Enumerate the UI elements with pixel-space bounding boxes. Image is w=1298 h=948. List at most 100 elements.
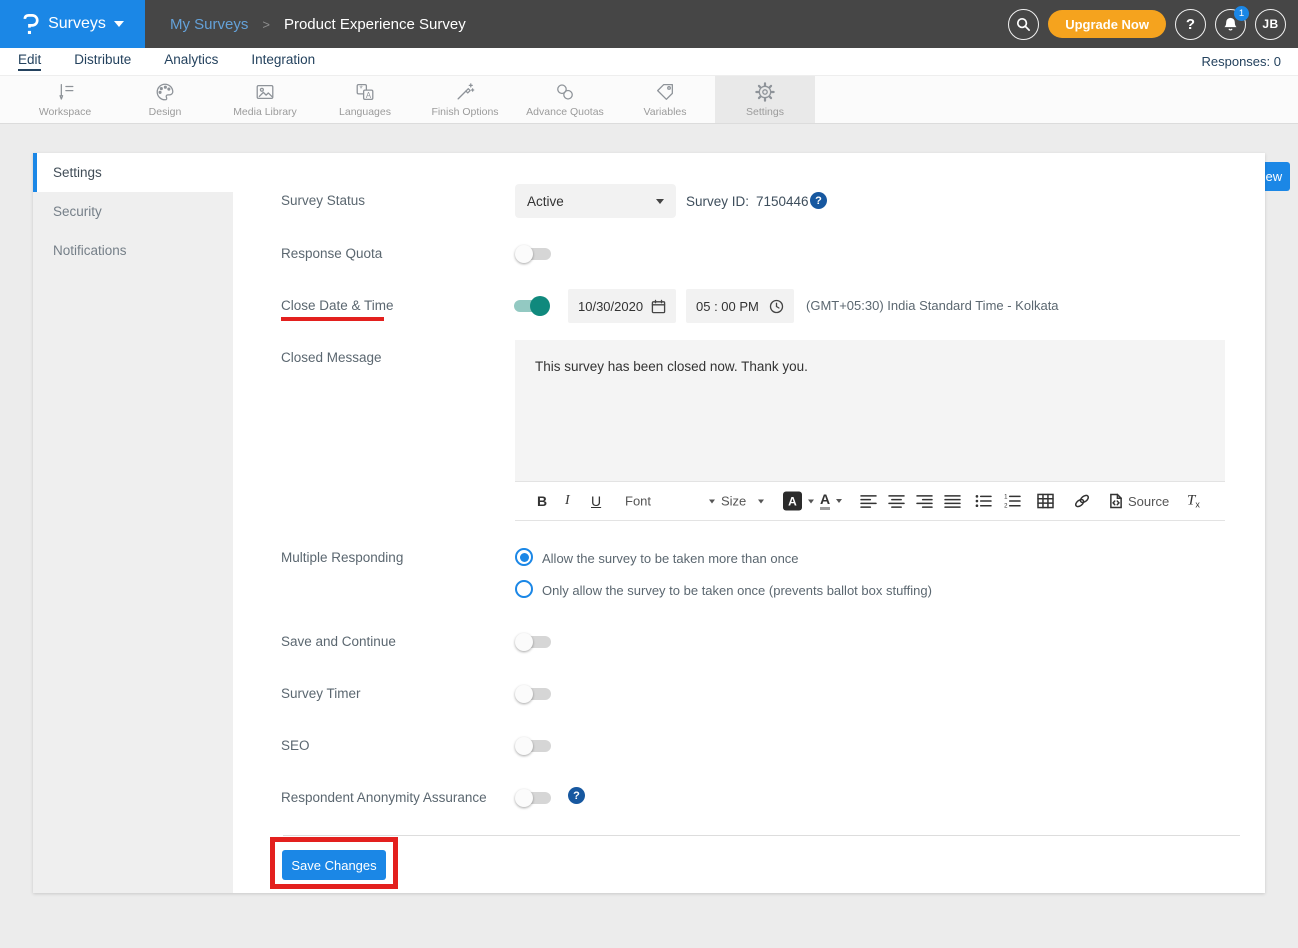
survey-status-value: Active <box>527 194 564 209</box>
anonymity-help-icon[interactable]: ? <box>568 787 585 804</box>
radio-allow-multiple[interactable] <box>515 548 533 566</box>
radio-only-once[interactable] <box>515 580 533 598</box>
anonymity-toggle[interactable] <box>515 788 553 808</box>
close-date-field[interactable]: 10/30/2020 <box>568 289 676 323</box>
magic-wand-icon <box>454 81 476 103</box>
settings-panel: Settings Security Notifications Survey S… <box>33 153 1265 893</box>
timezone-text: (GMT+05:30) India Standard Time - Kolkat… <box>806 298 1059 313</box>
search-button[interactable] <box>1008 9 1039 40</box>
product-switcher[interactable]: Surveys <box>0 0 145 48</box>
search-icon <box>1016 17 1031 32</box>
breadcrumb-my-surveys[interactable]: My Surveys <box>170 16 248 33</box>
calendar-icon <box>651 299 666 314</box>
toolbar-item-advance-quotas[interactable]: Advance Quotas <box>515 76 615 123</box>
table-icon <box>1037 494 1054 509</box>
sidebar-item-security[interactable]: Security <box>33 192 233 231</box>
anonymity-label: Respondent Anonymity Assurance <box>281 790 487 805</box>
responses-count: Responses: 0 <box>1202 54 1282 69</box>
survey-timer-toggle[interactable] <box>515 684 553 704</box>
toolbar-item-settings[interactable]: Settings <box>715 76 815 123</box>
text-color-button[interactable]: A <box>820 492 842 510</box>
background-color-button[interactable]: A <box>783 492 814 511</box>
save-continue-toggle[interactable] <box>515 632 553 652</box>
bullet-list-button[interactable] <box>975 494 992 509</box>
palette-icon <box>154 81 176 103</box>
source-document-icon <box>1109 493 1123 509</box>
translate-icon: * A <box>354 81 376 103</box>
seo-toggle[interactable] <box>515 736 553 756</box>
notification-count-badge: 1 <box>1234 6 1249 21</box>
sidebar-item-settings[interactable]: Settings <box>33 153 233 192</box>
align-center-button[interactable] <box>888 494 905 509</box>
breadcrumb-separator: > <box>262 17 270 32</box>
justify-icon <box>944 494 961 509</box>
tab-edit[interactable]: Edit <box>18 52 41 71</box>
close-time-field[interactable]: 05 : 00 PM <box>686 289 794 323</box>
radio-allow-multiple-label: Allow the survey to be taken more than o… <box>542 551 799 566</box>
upgrade-now-button[interactable]: Upgrade Now <box>1048 10 1166 38</box>
chevron-down-icon <box>709 499 715 503</box>
italic-button[interactable]: I <box>565 493 570 509</box>
breadcrumb: My Surveys > Product Experience Survey <box>170 0 466 48</box>
svg-text:A: A <box>366 91 372 100</box>
sidebar-item-notifications[interactable]: Notifications <box>33 231 233 270</box>
toolbar-item-languages[interactable]: * A Languages <box>315 76 415 123</box>
underline-button[interactable]: U <box>591 493 601 509</box>
survey-id-label: Survey ID: <box>686 194 749 209</box>
tab-analytics[interactable]: Analytics <box>164 52 218 71</box>
topbar-actions: Upgrade Now ? 1 JB <box>1008 0 1286 48</box>
tab-integration[interactable]: Integration <box>251 52 315 71</box>
close-time-value: 05 : 00 PM <box>696 299 759 314</box>
numbered-list-button[interactable]: 12 <box>1004 494 1021 509</box>
toolbar-item-design[interactable]: Design <box>115 76 215 123</box>
close-date-time-toggle[interactable] <box>512 296 550 316</box>
user-avatar[interactable]: JB <box>1255 9 1286 40</box>
align-left-button[interactable] <box>860 494 877 509</box>
toolbar-item-workspace[interactable]: Workspace <box>15 76 115 123</box>
font-dropdown[interactable]: Font <box>625 494 715 509</box>
toolbar-item-variables[interactable]: Variables <box>615 76 715 123</box>
response-quota-toggle[interactable] <box>515 244 553 264</box>
svg-text:1: 1 <box>1004 494 1008 501</box>
tab-distribute[interactable]: Distribute <box>74 52 131 71</box>
help-button[interactable]: ? <box>1175 9 1206 40</box>
seo-label: SEO <box>281 738 310 753</box>
chevron-down-icon <box>808 499 814 503</box>
close-date-value: 10/30/2020 <box>578 299 643 314</box>
radio-only-once-label: Only allow the survey to be taken once (… <box>542 583 932 598</box>
questionpro-logo-icon <box>21 12 40 36</box>
chevron-down-icon <box>114 21 124 27</box>
red-box-annotation <box>270 837 398 889</box>
save-continue-label: Save and Continue <box>281 634 396 649</box>
survey-id-help-icon[interactable]: ? <box>810 192 827 209</box>
edit-toolbar: Workspace Design Media Library <box>0 76 1298 124</box>
source-button[interactable]: Source <box>1109 493 1169 509</box>
survey-status-label: Survey Status <box>281 193 365 208</box>
closed-message-label: Closed Message <box>281 350 382 365</box>
toolbar-item-media-library[interactable]: Media Library <box>215 76 315 123</box>
bold-button[interactable]: B <box>537 493 547 509</box>
notifications-button[interactable]: 1 <box>1215 9 1246 40</box>
workspace-icon <box>54 81 76 103</box>
chevron-down-icon <box>836 499 842 503</box>
remove-format-button[interactable]: T x <box>1187 493 1200 510</box>
survey-status-select[interactable]: Active <box>515 184 676 218</box>
close-date-time-label: Close Date & Time <box>281 298 394 313</box>
chevron-down-icon <box>758 499 764 503</box>
link-icon <box>1073 494 1091 509</box>
response-quota-label: Response Quota <box>281 246 382 261</box>
justify-button[interactable] <box>944 494 961 509</box>
chevron-down-icon <box>656 199 664 204</box>
toolbar-item-finish-options[interactable]: Finish Options <box>415 76 515 123</box>
question-mark-icon: ? <box>1186 16 1195 33</box>
closed-message-editor: This survey has been closed now. Thank y… <box>515 340 1225 521</box>
size-dropdown[interactable]: Size <box>721 494 764 509</box>
settings-sidebar: Settings Security Notifications <box>33 153 233 893</box>
svg-text:2: 2 <box>1004 503 1008 509</box>
align-right-icon <box>916 494 933 509</box>
gear-icon <box>754 81 776 103</box>
align-right-button[interactable] <box>916 494 933 509</box>
insert-link-button[interactable] <box>1073 494 1091 509</box>
closed-message-textarea[interactable]: This survey has been closed now. Thank y… <box>515 340 1225 481</box>
insert-table-button[interactable] <box>1037 494 1054 509</box>
